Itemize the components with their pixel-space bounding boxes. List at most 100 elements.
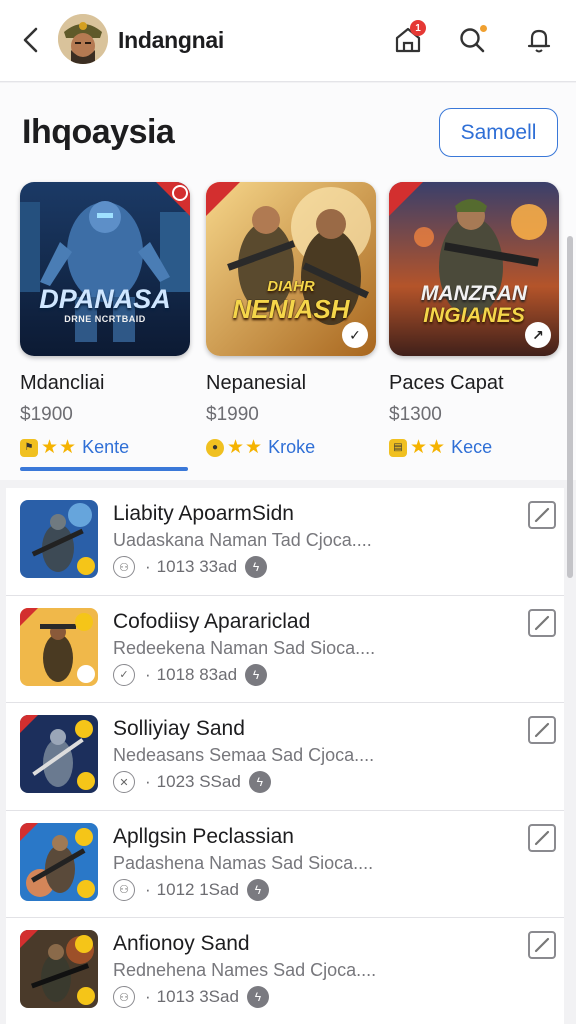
card-price: $1900 <box>20 404 73 425</box>
item-title: Anfionoy Sand <box>113 932 250 955</box>
notifications-button[interactable] <box>521 22 557 58</box>
search-indicator-dot <box>479 24 488 33</box>
rating-label: Kroke <box>268 437 316 457</box>
store-button[interactable]: 1 <box>390 20 426 58</box>
card-rating: ▤ ★ ★ Kece <box>389 436 559 459</box>
bolt-icon: ϟ <box>248 771 271 793</box>
edit-button[interactable] <box>528 608 556 637</box>
edit-button[interactable] <box>528 716 556 744</box>
item-title: Cofodiisy Aparariclad <box>113 609 311 633</box>
scrollbar[interactable] <box>567 236 573 578</box>
edit-icon <box>534 830 550 845</box>
see-all-button[interactable]: Samoell <box>439 108 558 157</box>
search-button[interactable] <box>454 22 490 58</box>
app-thumbnail <box>20 822 98 901</box>
rating-face-icon: ✓ <box>113 663 135 686</box>
card-name: Mdancliai <box>20 372 105 394</box>
card-rating: ● ★ ★ Kroke <box>206 436 376 459</box>
item-title: Liabity ApoarmSidn <box>113 502 294 525</box>
bolt-icon: ϟ <box>245 663 268 686</box>
star-icon: ★ <box>227 437 245 458</box>
page-title: Indangnai <box>118 27 224 53</box>
section-title: Ihqoaysia <box>22 113 175 151</box>
card-price: $1990 <box>206 404 259 425</box>
bell-icon <box>527 29 551 53</box>
item-description: Nedeasans Semaa Sad Cjoca.... <box>113 745 375 765</box>
featured-card[interactable]: MANZRAN INGIANES ↗ Paces Capat $1300 ▤ ★… <box>389 182 559 459</box>
card-name: Nepanesial <box>206 372 307 394</box>
item-stats: 1013 3Sad <box>156 987 239 1006</box>
item-meta: ⚇ · 1012 1Sad ϟ <box>113 878 269 901</box>
item-description: Padashena Namas Sad Sioca.... <box>113 852 374 873</box>
game-artwork: MANZRAN INGIANES ↗ <box>389 182 559 356</box>
top-app-bar: Indangnai 1 <box>0 0 576 82</box>
item-stats: 1012 1Sad <box>156 879 239 899</box>
item-stats: 1018 83ad <box>156 664 238 684</box>
list-item[interactable]: Solliyiay Sand Nedeasans Semaa Sad Cjoca… <box>6 703 564 811</box>
rating-face-icon: ✕ <box>113 771 135 793</box>
edit-icon <box>534 722 550 738</box>
rating-badge-icon: ⚑ <box>20 438 38 457</box>
platform-icon: ✓ <box>342 322 368 348</box>
item-stats: 1013 33ad <box>156 557 238 576</box>
list-item[interactable]: Apllgsin Peclassian Padashena Namas Sad … <box>6 811 564 918</box>
corner-badge-icon <box>389 182 423 216</box>
avatar[interactable] <box>58 14 108 64</box>
art-subtitle: NENIASH <box>232 294 350 324</box>
rating-label: Kente <box>82 437 130 457</box>
star-icon: ★ <box>245 437 263 458</box>
list-item[interactable]: Anfionoy Sand Rednehena Names Sad Cjoca.… <box>6 918 564 1024</box>
rating-face-icon: ⚇ <box>113 556 135 578</box>
item-meta: ⚇ · 1013 33ad ϟ <box>113 556 268 578</box>
bolt-icon: ϟ <box>246 986 269 1008</box>
corner-badge-icon <box>156 182 190 216</box>
edit-button[interactable] <box>528 501 556 529</box>
item-description: Redeekena Naman Sad Sioca.... <box>113 637 376 658</box>
notification-badge: 1 <box>410 20 426 36</box>
featured-section: Ihqoaysia Samoell DPANASA DRNE NCRTBAID … <box>0 83 576 480</box>
active-indicator <box>20 467 188 471</box>
edit-button[interactable] <box>528 931 556 959</box>
app-thumbnail <box>20 607 98 686</box>
game-artwork: DIAHR NENIASH ✓ <box>206 182 376 356</box>
item-stats: 1023 SSad <box>156 772 241 791</box>
art-title: DIAHR <box>267 278 315 295</box>
rating-label: Kece <box>451 437 493 457</box>
art-subtitle: DRNE NCRTBAID <box>64 314 146 324</box>
app-thumbnail <box>20 500 98 578</box>
app-thumbnail <box>20 715 98 793</box>
game-artwork: DPANASA DRNE NCRTBAID <box>20 182 190 356</box>
corner-badge-icon <box>206 182 240 216</box>
rating-badge-icon: ▤ <box>389 438 407 457</box>
back-button[interactable] <box>16 22 46 58</box>
app-list: Liabity ApoarmSidn Uadaskana Naman Tad C… <box>6 488 564 1024</box>
edit-icon <box>534 615 550 630</box>
featured-card[interactable]: DIAHR NENIASH ✓ Nepanesial $1990 ● ★ ★ K… <box>206 182 376 459</box>
item-meta: ✕ · 1023 SSad ϟ <box>113 771 271 793</box>
rating-badge-icon: ● <box>206 438 224 457</box>
card-rating: ⚑ ★ ★ Kente <box>20 436 190 459</box>
platform-icon: ↗ <box>525 322 551 348</box>
item-title: Solliyiay Sand <box>113 717 245 740</box>
edit-button[interactable] <box>528 823 556 852</box>
item-meta: ✓ · 1018 83ad ϟ <box>113 663 268 686</box>
card-name: Paces Capat <box>389 372 504 394</box>
star-icon: ★ <box>428 437 446 458</box>
list-item[interactable]: Cofodiisy Aparariclad Redeekena Naman Sa… <box>6 596 564 703</box>
item-title: Apllgsin Peclassian <box>113 824 294 848</box>
chevron-left-icon <box>23 27 38 53</box>
rating-face-icon: ⚇ <box>113 878 135 901</box>
art-title: MANZRAN <box>420 282 528 305</box>
star-icon: ★ <box>41 437 59 458</box>
star-icon: ★ <box>410 437 428 458</box>
bolt-icon: ϟ <box>245 556 268 578</box>
list-item[interactable]: Liabity ApoarmSidn Uadaskana Naman Tad C… <box>6 488 564 596</box>
featured-card[interactable]: DPANASA DRNE NCRTBAID Mdancliai $1900 ⚑ … <box>20 182 190 459</box>
bolt-icon: ϟ <box>246 878 269 901</box>
star-icon: ★ <box>59 437 77 458</box>
item-meta: ⚇ · 1013 3Sad ϟ <box>113 986 269 1008</box>
edit-icon <box>534 507 550 523</box>
item-description: Rednehena Names Sad Cjoca.... <box>113 960 377 980</box>
item-description: Uadaskana Naman Tad Cjoca.... <box>113 530 372 550</box>
app-thumbnail <box>20 930 98 1008</box>
